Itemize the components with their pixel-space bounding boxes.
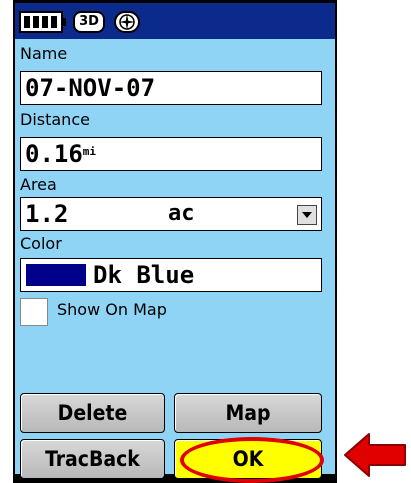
chevron-down-icon [302,212,312,218]
color-value: Dk Blue [93,261,195,289]
distance-label: Distance [20,110,90,129]
arrow-left-icon [344,433,406,477]
color-label: Color [20,234,62,253]
name-field[interactable]: 07-NOV-07 [20,71,322,105]
gps-3d-badge: 3D [73,11,105,33]
map-button[interactable]: Map [174,393,322,433]
distance-field: 0.16mi [20,137,322,171]
ok-highlight-ellipse [180,437,324,483]
compass-icon [114,11,140,33]
name-label: Name [20,44,68,63]
area-value: 1.2 [25,200,69,228]
area-field: 1.2 ac [20,197,322,231]
battery-icon [19,11,66,33]
show-on-map-label: Show On Map [57,300,167,319]
distance-unit: mi [82,145,97,158]
color-field[interactable]: Dk Blue [20,258,322,292]
distance-value: 0.16 [25,140,83,168]
area-unit-dropdown[interactable] [297,205,317,225]
status-bar: 3D [15,3,335,39]
area-unit[interactable]: ac [168,198,195,230]
name-value: 07-NOV-07 [25,74,156,102]
area-label: Area [20,175,57,194]
delete-button[interactable]: Delete [20,393,165,433]
color-swatch [26,264,86,286]
tracback-button[interactable]: TracBack [20,439,165,479]
show-on-map-checkbox[interactable] [20,298,48,326]
